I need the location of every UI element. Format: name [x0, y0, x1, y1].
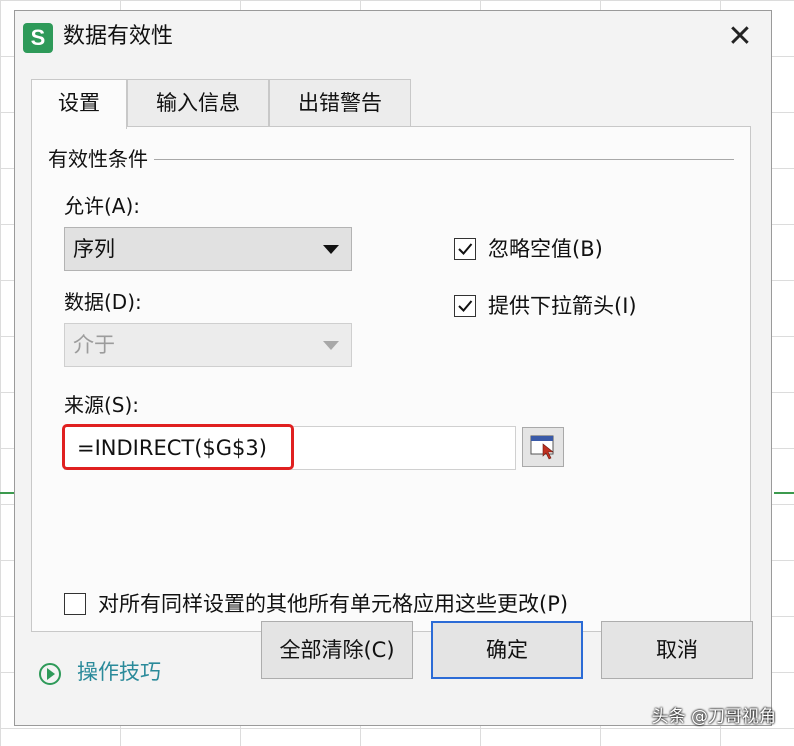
- ok-button[interactable]: 确定: [431, 621, 583, 679]
- allow-label: 允许(A):: [64, 194, 141, 218]
- source-input[interactable]: =INDIRECT($G$3): [64, 426, 516, 470]
- chevron-down-icon: [323, 245, 339, 254]
- title-bar: S 数据有效性 ✕: [15, 11, 771, 63]
- cell-selection-edge-right: [774, 492, 794, 494]
- validation-criteria-title: 有效性条件: [48, 145, 154, 173]
- source-label: 来源(S):: [64, 393, 140, 417]
- ignore-blank-label: 忽略空值(B): [488, 237, 603, 261]
- tab-input-message[interactable]: 输入信息: [127, 79, 269, 127]
- data-select-value: 介于: [73, 333, 115, 357]
- chevron-down-icon: [323, 341, 339, 350]
- clear-all-button[interactable]: 全部清除(C): [261, 621, 413, 679]
- wps-app-icon: S: [23, 23, 53, 53]
- data-select: 介于: [64, 323, 352, 367]
- operation-tips-label: 操作技巧: [77, 660, 161, 684]
- play-circle-icon: [39, 663, 61, 685]
- allow-select[interactable]: 序列: [64, 227, 352, 271]
- dropdown-arrow-checkbox[interactable]: [454, 295, 476, 317]
- settings-panel: 有效性条件 允许(A): 序列 数据(D): 介于 忽略空值(B) 提供下拉箭头…: [31, 126, 751, 632]
- range-select-button[interactable]: [522, 427, 564, 467]
- dropdown-arrow-label: 提供下拉箭头(I): [488, 294, 637, 318]
- close-icon[interactable]: ✕: [723, 21, 757, 55]
- watermark: 头条 @刀哥视角: [651, 707, 776, 727]
- data-validation-dialog: S 数据有效性 ✕ 设置 输入信息 出错警告 有效性条件 允许(A): 序列 数…: [14, 10, 772, 726]
- data-label: 数据(D):: [64, 290, 142, 314]
- checkmark-icon: [458, 243, 473, 255]
- allow-select-value: 序列: [73, 237, 115, 261]
- apply-all-checkbox[interactable]: [64, 593, 86, 615]
- apply-all-label: 对所有同样设置的其他所有单元格应用这些更改(P): [98, 592, 569, 616]
- tab-error-alert[interactable]: 出错警告: [269, 79, 411, 127]
- cancel-button[interactable]: 取消: [601, 621, 753, 679]
- source-input-value: =INDIRECT($G$3): [77, 436, 267, 460]
- tab-settings[interactable]: 设置: [31, 79, 127, 129]
- dialog-title: 数据有效性: [63, 24, 174, 49]
- checkmark-icon: [458, 300, 473, 312]
- ignore-blank-checkbox[interactable]: [454, 238, 476, 260]
- range-select-icon: [530, 435, 554, 460]
